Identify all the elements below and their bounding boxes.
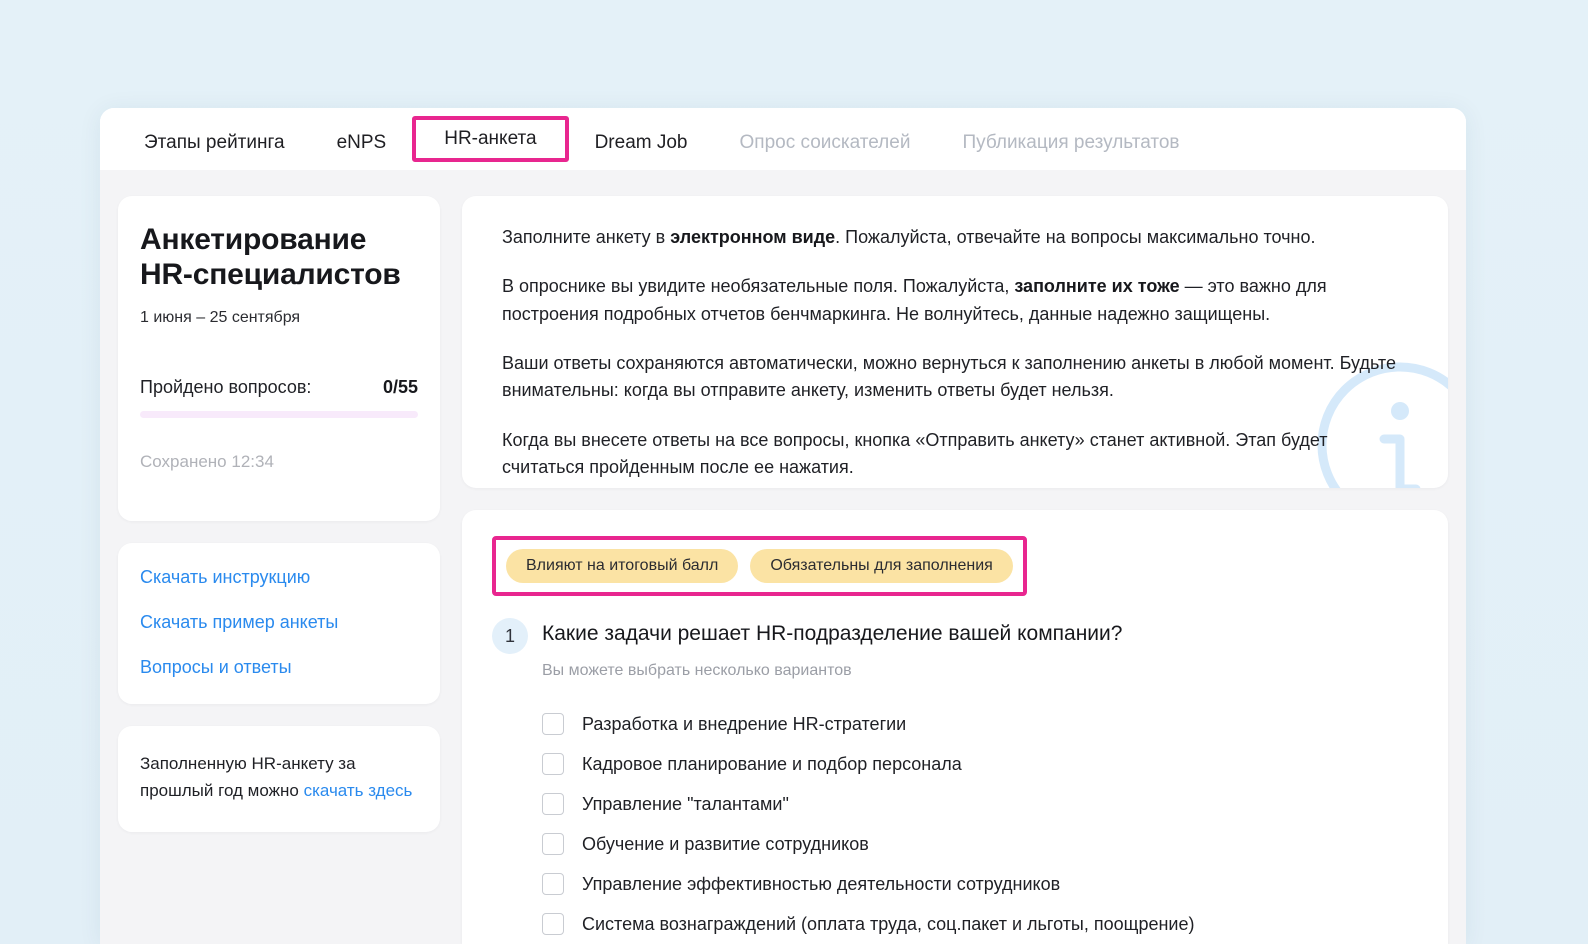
tags-row: Влияют на итоговый балл Обязательны для … (506, 549, 1013, 584)
progress-count: 0/55 (382, 376, 418, 397)
link-download-instruction[interactable]: Скачать инструкцию (140, 567, 418, 588)
tag-required: Обязательны для заполнения (750, 549, 1013, 584)
saved-status: Сохранено 12:34 (140, 451, 274, 471)
link-download-sample[interactable]: Скачать пример анкеты (140, 612, 418, 633)
checkbox-icon[interactable] (542, 833, 564, 856)
survey-dates: 1 июня – 25 сентября (140, 308, 301, 326)
option-row-3[interactable]: Управление "талантами" (542, 784, 1412, 824)
option-label: Кадровое планирование и подбор персонала (582, 753, 962, 774)
options-list: Разработка и внедрение HR-стратегии Кадр… (542, 704, 1412, 944)
option-row-6[interactable]: Система вознаграждений (оплата труда, со… (542, 904, 1412, 944)
question-hint: Вы можете выбрать несколько вариантов (542, 662, 852, 680)
link-download-previous-year[interactable]: скачать здесь (304, 781, 413, 800)
option-row-5[interactable]: Управление эффективностью деятельности с… (542, 864, 1412, 904)
question-header: 1 Какие задачи решает HR-подразделение в… (492, 618, 1412, 655)
note-text: Заполненную HR-анкету за прошлый год мож… (140, 750, 418, 804)
page-root: Этапы рейтинга eNPS HR-анкета Dream Job … (0, 0, 1588, 944)
question-block: 1 Какие задачи решает HR-подразделение в… (492, 618, 1412, 944)
links-card: Скачать инструкцию Скачать пример анкеты… (118, 543, 440, 704)
tab-bar: Этапы рейтинга eNPS HR-анкета Dream Job … (100, 108, 1466, 170)
page-title: Анкетирование HR-специалистов (140, 223, 401, 292)
para1-part3: . Пожалуйста, отвечайте на вопросы макси… (835, 227, 1316, 247)
instruction-paragraph-3: Ваши ответы сохраняются автоматически, м… (502, 353, 1396, 401)
option-row-2[interactable]: Кадровое планирование и подбор персонала (542, 744, 1412, 784)
tab-publikaciya-rezultatov[interactable]: Публикация результатов (936, 117, 1205, 161)
para2-part2: заполните их тоже (1014, 276, 1180, 297)
instruction-paragraph-4: Когда вы внесете ответы на все вопросы, … (502, 429, 1328, 478)
instruction-paragraph-2: В опроснике вы увидите необязательные по… (502, 273, 1412, 328)
checkbox-icon[interactable] (542, 873, 564, 896)
option-row-1[interactable]: Разработка и внедрение HR-стратегии (542, 704, 1412, 744)
app-window: Этапы рейтинга eNPS HR-анкета Dream Job … (100, 108, 1466, 944)
option-row-4[interactable]: Обучение и развитие сотрудников (542, 824, 1412, 864)
progress-bar (140, 410, 418, 418)
survey-info-card: Анкетирование HR-специалистов 1 июня – 2… (118, 196, 440, 521)
option-label: Управление "талантами" (582, 793, 789, 814)
tags-highlight-box: Влияют на итоговый балл Обязательны для … (492, 536, 1027, 597)
instructions-card: Заполните анкету в электронном виде. Пож… (462, 196, 1448, 489)
tab-dream-job[interactable]: Dream Job (569, 117, 714, 161)
question-number-badge: 1 (492, 618, 528, 655)
checkbox-icon[interactable] (542, 913, 564, 936)
tab-opros-soiskateley[interactable]: Опрос соискателей (714, 117, 937, 161)
content-region: Анкетирование HR-специалистов 1 июня – 2… (100, 170, 1466, 944)
option-label: Система вознаграждений (оплата труда, со… (582, 913, 1195, 934)
sidebar: Анкетирование HR-специалистов 1 июня – 2… (118, 196, 440, 944)
instruction-paragraph-1: Заполните анкету в электронном виде. Пож… (502, 224, 1412, 251)
checkbox-icon[interactable] (542, 793, 564, 816)
progress-row: Пройдено вопросов: 0/55 (140, 377, 418, 398)
option-label: Разработка и внедрение HR-стратегии (582, 713, 907, 734)
link-faq[interactable]: Вопросы и ответы (140, 657, 418, 678)
main-column: Заполните анкету в электронном виде. Пож… (462, 196, 1448, 944)
progress-label: Пройдено вопросов: (140, 376, 312, 397)
tab-enps[interactable]: eNPS (311, 117, 413, 161)
questions-card: Влияют на итоговый балл Обязательны для … (462, 510, 1448, 944)
option-label: Управление эффективностью деятельности с… (582, 873, 1061, 894)
tag-affects-score: Влияют на итоговый балл (506, 549, 739, 584)
option-label: Обучение и развитие сотрудников (582, 833, 869, 854)
tab-hr-anketa[interactable]: HR-анкета (412, 116, 569, 162)
para2-part1: В опроснике вы увидите необязательные по… (502, 276, 1015, 297)
checkbox-icon[interactable] (542, 713, 564, 736)
para1-part2: электронном виде (670, 227, 836, 247)
para1-part1: Заполните анкету в (502, 227, 671, 247)
previous-year-note-card: Заполненную HR-анкету за прошлый год мож… (118, 726, 440, 833)
question-text: Какие задачи решает HR-подразделение ваш… (542, 622, 1123, 646)
checkbox-icon[interactable] (542, 753, 564, 776)
tab-etapy-reytinga[interactable]: Этапы рейтинга (118, 117, 311, 161)
